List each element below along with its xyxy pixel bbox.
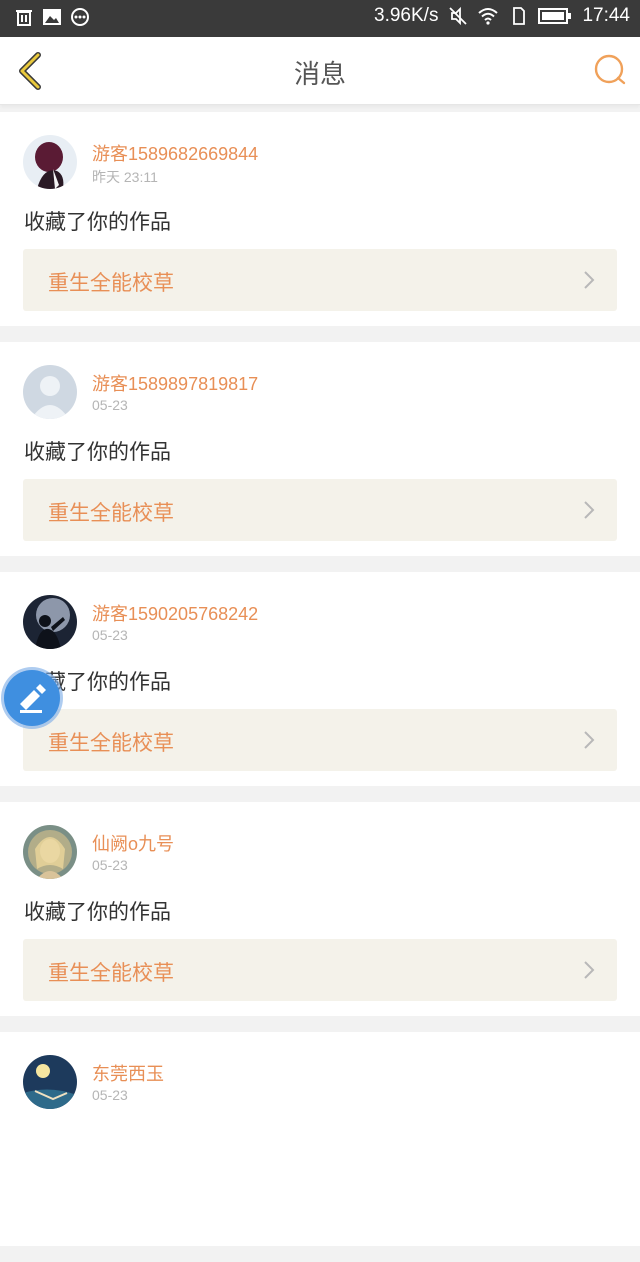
app-header: 消息	[0, 37, 640, 105]
timestamp: 05-23	[92, 397, 128, 413]
avatar[interactable]	[23, 135, 77, 189]
username[interactable]: 游客1590205768242	[92, 600, 258, 626]
list-item: 游客1589682669844 昨天 23:11 收藏了你的作品 重生全能校草	[0, 112, 640, 326]
work-title: 重生全能校草	[48, 731, 174, 755]
timestamp: 05-23	[92, 857, 128, 873]
work-link[interactable]: 重生全能校草	[23, 479, 617, 541]
floating-assistant-button[interactable]	[4, 670, 60, 726]
pen-icon	[20, 684, 46, 713]
work-title: 重生全能校草	[48, 961, 174, 985]
wifi-icon	[478, 8, 499, 25]
network-speed: 3.96K/s	[374, 5, 439, 26]
username[interactable]: 游客1589897819817	[92, 370, 258, 396]
list-item: 游客1590205768242 05-23 收藏了你的作品 重生全能校草	[0, 572, 640, 786]
status-bar: 3.96K/s 17:44	[0, 0, 640, 37]
avatar[interactable]	[23, 825, 77, 879]
timestamp: 昨天 23:11	[92, 169, 158, 185]
action-text: 收藏了你的作品	[24, 440, 171, 464]
username[interactable]: 游客1589682669844	[92, 140, 258, 166]
list-item: 仙阙o九号 05-23 收藏了你的作品 重生全能校草	[0, 802, 640, 1016]
work-title: 重生全能校草	[48, 501, 174, 525]
sim-icon	[513, 7, 526, 25]
mute-icon	[449, 6, 468, 26]
battery-icon	[538, 8, 572, 24]
timestamp: 05-23	[92, 627, 128, 643]
action-text: 收藏了你的作品	[24, 900, 171, 924]
page-title: 消息	[293, 60, 346, 90]
search-icon[interactable]	[592, 52, 628, 88]
timestamp: 05-23	[92, 1087, 128, 1103]
avatar[interactable]	[23, 1055, 77, 1109]
work-link[interactable]: 重生全能校草	[23, 249, 617, 311]
chevron-right-icon	[584, 731, 595, 749]
work-link[interactable]: 重生全能校草	[23, 709, 617, 771]
chevron-right-icon	[584, 501, 595, 519]
username[interactable]: 东莞西玉	[92, 1060, 164, 1086]
action-text: 收藏了你的作品	[24, 210, 171, 234]
message-list: 游客1589682669844 昨天 23:11 收藏了你的作品 重生全能校草 …	[0, 112, 640, 1262]
chevron-right-icon	[584, 961, 595, 979]
more-icon	[71, 8, 89, 26]
list-item: 东莞西玉 05-23	[0, 1032, 640, 1246]
clock: 17:44	[582, 5, 630, 26]
list-item: 游客1589897819817 05-23 收藏了你的作品 重生全能校草	[0, 342, 640, 556]
avatar[interactable]	[23, 365, 77, 419]
trash-icon	[16, 10, 32, 26]
work-title: 重生全能校草	[48, 271, 174, 295]
chevron-right-icon	[584, 271, 595, 289]
work-link[interactable]: 重生全能校草	[23, 939, 617, 1001]
username[interactable]: 仙阙o九号	[92, 830, 174, 856]
image-icon	[43, 9, 61, 25]
avatar[interactable]	[23, 595, 77, 649]
